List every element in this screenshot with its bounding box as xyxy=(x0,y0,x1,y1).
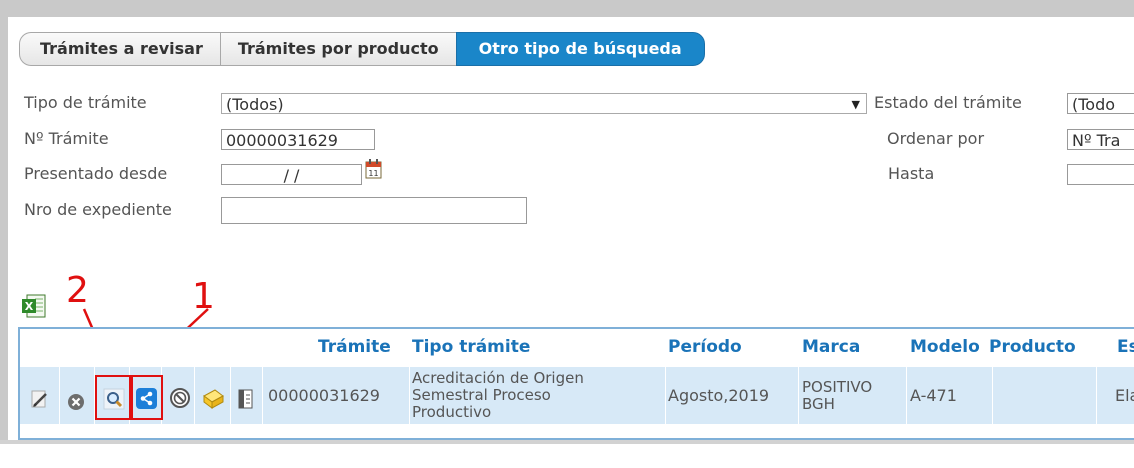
results-table: Trámite Tipo trámite Período Marca Model… xyxy=(18,327,1134,440)
hasta-label: Hasta xyxy=(888,164,935,183)
share-icon[interactable] xyxy=(135,387,158,410)
presentado-desde-label: Presentado desde xyxy=(24,164,168,183)
cell-estado: Ela xyxy=(1115,386,1134,405)
folder-icon[interactable] xyxy=(201,386,225,410)
tipo-tramite-value: (Todos) xyxy=(226,95,284,114)
delete-icon[interactable] xyxy=(66,392,86,412)
col-header-periodo[interactable]: Período xyxy=(668,337,742,357)
bottom-strip xyxy=(0,440,1134,468)
magnifier-icon[interactable] xyxy=(103,388,125,410)
estado-tramite-select[interactable]: (Todo xyxy=(1067,93,1134,114)
presentado-desde-value: / / xyxy=(283,166,300,185)
hasta-input[interactable] xyxy=(1067,164,1134,185)
cell-tipo-line1: Acreditación de Origen xyxy=(412,369,584,387)
cell-periodo: Agosto,2019 xyxy=(668,386,770,405)
col-header-marca[interactable]: Marca xyxy=(802,337,860,357)
ordenar-por-select[interactable]: Nº Tra xyxy=(1067,129,1134,150)
table-row[interactable]: 00000031629 Acreditación de Origen Semes… xyxy=(20,367,1134,424)
chevron-down-icon: ▼ xyxy=(851,98,860,111)
col-header-tipo-tramite[interactable]: Tipo trámite xyxy=(412,337,530,357)
annotation-number-2: 2 xyxy=(66,270,89,311)
nro-tramite-value: 00000031629 xyxy=(226,131,338,150)
cell-marca-line2: BGH xyxy=(802,395,835,413)
cell-marca-line1: POSITIVO xyxy=(802,378,873,396)
tab-bar: Trámites a revisar Trámites por producto… xyxy=(19,32,705,66)
search-panel: Trámites a revisar Trámites por producto… xyxy=(8,17,1134,440)
col-header-estado[interactable]: Es xyxy=(1117,337,1134,357)
ordenar-por-value: Nº Tra xyxy=(1072,131,1121,150)
tipo-tramite-select[interactable]: (Todos) ▼ xyxy=(221,93,867,114)
estado-tramite-label: Estado del trámite xyxy=(874,93,1022,112)
estado-tramite-value: (Todo xyxy=(1072,95,1116,114)
document-icon[interactable] xyxy=(236,388,256,410)
edit-icon[interactable] xyxy=(30,389,50,409)
cell-tipo-tramite: Acreditación de Origen Semestral Proceso… xyxy=(412,370,584,421)
cell-marca: POSITIVO BGH xyxy=(802,379,872,413)
nro-tramite-label: Nº Trámite xyxy=(24,129,109,148)
cell-tipo-line2: Semestral Proceso xyxy=(412,386,551,404)
col-header-producto[interactable]: Producto xyxy=(989,337,1076,357)
cell-modelo: A-471 xyxy=(910,386,957,405)
nro-expediente-input[interactable] xyxy=(221,197,527,224)
svg-text:11: 11 xyxy=(368,169,378,178)
nro-tramite-input[interactable]: 00000031629 xyxy=(221,129,375,150)
calendar-icon[interactable]: 11 xyxy=(365,158,383,180)
ordenar-por-label: Ordenar por xyxy=(887,129,985,148)
tipo-tramite-label: Tipo de trámite xyxy=(24,93,147,112)
cancel-icon[interactable] xyxy=(169,387,191,409)
svg-text:X: X xyxy=(25,300,34,313)
tab-tramites-por-producto[interactable]: Trámites por producto xyxy=(219,32,456,66)
col-header-modelo[interactable]: Modelo xyxy=(910,337,980,357)
tab-tramites-a-revisar[interactable]: Trámites a revisar xyxy=(19,32,220,66)
cell-tramite: 00000031629 xyxy=(268,386,380,405)
excel-export-icon[interactable]: X xyxy=(21,293,47,319)
cell-tipo-line3: Productivo xyxy=(412,403,492,421)
tab-otro-tipo-busqueda[interactable]: Otro tipo de búsqueda xyxy=(455,32,705,66)
col-header-tramite[interactable]: Trámite xyxy=(318,337,391,357)
presentado-desde-input[interactable]: / / xyxy=(221,164,362,185)
nro-expediente-label: Nro de expediente xyxy=(24,200,172,219)
